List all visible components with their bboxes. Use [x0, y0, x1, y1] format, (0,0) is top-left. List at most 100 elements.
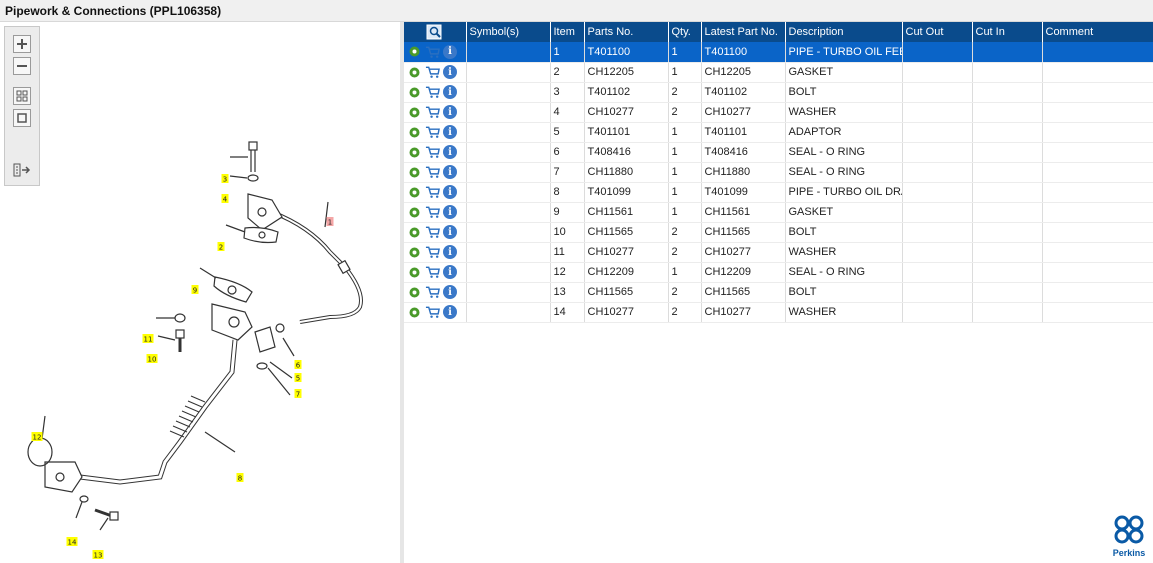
column-header-comment[interactable]: Comment: [1042, 22, 1153, 42]
table-row[interactable]: i 5 T401101 1 T401101 ADAPTOR: [404, 122, 1153, 143]
table-row[interactable]: i 10 CH11565 2 CH11565 BOLT: [404, 222, 1153, 243]
table-row[interactable]: i 6 T408416 1 T408416 SEAL - O RING: [404, 142, 1153, 163]
gear-icon[interactable]: [407, 65, 422, 80]
latest-part-number-cell: CH10277: [701, 102, 786, 123]
callout-11[interactable]: 11: [142, 334, 154, 344]
callout-9[interactable]: 9: [191, 285, 199, 295]
info-icon[interactable]: i: [443, 185, 457, 199]
gear-icon[interactable]: [407, 85, 422, 100]
table-row[interactable]: i 14 CH10277 2 CH10277 WASHER: [404, 302, 1153, 323]
search-parts-icon[interactable]: [426, 24, 444, 40]
column-header-latest-part-no[interactable]: Latest Part No.: [701, 22, 786, 42]
gear-icon[interactable]: [407, 285, 422, 300]
gear-icon[interactable]: [407, 305, 422, 320]
row-actions-cell: i: [404, 82, 467, 103]
table-row[interactable]: i 9 CH11561 1 CH11561 GASKET: [404, 202, 1153, 223]
cart-icon[interactable]: [425, 85, 440, 100]
column-header-actions[interactable]: [404, 22, 467, 42]
cart-icon[interactable]: [425, 245, 440, 260]
column-header-cut-in[interactable]: Cut In: [972, 22, 1043, 42]
gear-icon[interactable]: [407, 44, 422, 59]
cut-in-cell: [972, 102, 1043, 123]
cart-icon[interactable]: [425, 145, 440, 160]
info-icon[interactable]: i: [443, 44, 457, 59]
cart-icon[interactable]: [425, 44, 440, 59]
callout-1[interactable]: 1: [326, 217, 334, 227]
cart-icon[interactable]: [425, 285, 440, 300]
cart-icon[interactable]: [425, 65, 440, 80]
gear-icon[interactable]: [407, 165, 422, 180]
cart-icon[interactable]: [425, 105, 440, 120]
callout-13[interactable]: 13: [92, 550, 104, 560]
exploded-diagram-panel[interactable]: 1 2 3 4 5 6 7 8 9 10 11 12 13 14: [0, 22, 400, 563]
callout-label-text: 10: [148, 356, 157, 364]
callout-5[interactable]: 5: [294, 373, 302, 383]
gear-icon[interactable]: [407, 225, 422, 240]
table-row[interactable]: i 1 T401100 1 T401100 PIPE - TURBO OIL FEED: [404, 42, 1153, 63]
info-icon[interactable]: i: [443, 65, 457, 79]
table-row[interactable]: i 2 CH12205 1 CH12205 GASKET: [404, 62, 1153, 83]
table-row[interactable]: i 11 CH10277 2 CH10277 WASHER: [404, 242, 1153, 263]
comment-cell: [1042, 42, 1153, 63]
column-header-parts-no[interactable]: Parts No.: [584, 22, 669, 42]
cart-icon[interactable]: [425, 305, 440, 320]
symbols-cell: [466, 222, 551, 243]
cut-out-cell: [902, 262, 973, 283]
gear-icon[interactable]: [407, 105, 422, 120]
callout-8[interactable]: 8: [236, 473, 244, 483]
callout-14[interactable]: 14: [66, 537, 78, 547]
callout-4[interactable]: 4: [221, 194, 229, 204]
table-row[interactable]: i 3 T401102 2 T401102 BOLT: [404, 82, 1153, 103]
gear-icon[interactable]: [407, 265, 422, 280]
table-row[interactable]: i 7 CH11880 1 CH11880 SEAL - O RING: [404, 162, 1153, 183]
column-header-description[interactable]: Description: [785, 22, 903, 42]
info-icon[interactable]: i: [443, 205, 457, 219]
info-icon[interactable]: i: [443, 105, 457, 119]
description-cell: WASHER: [785, 242, 903, 263]
gear-icon[interactable]: [407, 205, 422, 220]
row-actions-cell: i: [404, 202, 467, 223]
latest-part-number-cell: T401099: [701, 182, 786, 203]
info-icon[interactable]: i: [443, 305, 457, 319]
info-icon[interactable]: i: [443, 165, 457, 179]
column-header-item[interactable]: Item: [550, 22, 585, 42]
gear-icon[interactable]: [407, 245, 422, 260]
info-icon[interactable]: i: [443, 225, 457, 239]
comment-cell: [1042, 122, 1153, 143]
cart-icon[interactable]: [425, 265, 440, 280]
column-header-cut-out[interactable]: Cut Out: [902, 22, 973, 42]
table-row[interactable]: i 8 T401099 1 T401099 PIPE - TURBO OIL DRA: [404, 182, 1153, 203]
cart-icon[interactable]: [425, 165, 440, 180]
info-icon[interactable]: i: [443, 245, 457, 259]
part-number-cell: CH11565: [584, 222, 669, 243]
info-icon[interactable]: i: [443, 145, 457, 159]
cart-icon[interactable]: [425, 125, 440, 140]
gear-icon[interactable]: [407, 125, 422, 140]
info-icon[interactable]: i: [443, 265, 457, 279]
cart-icon[interactable]: [425, 225, 440, 240]
cut-in-cell: [972, 222, 1043, 243]
callout-3[interactable]: 3: [221, 174, 229, 184]
cut-out-cell: [902, 42, 973, 63]
cart-icon[interactable]: [425, 205, 440, 220]
callout-2[interactable]: 2: [217, 242, 225, 252]
table-row[interactable]: i 4 CH10277 2 CH10277 WASHER: [404, 102, 1153, 123]
column-header-symbols[interactable]: Symbol(s): [466, 22, 551, 42]
callout-12[interactable]: 12: [31, 432, 43, 442]
table-row[interactable]: i 13 CH11565 2 CH11565 BOLT: [404, 282, 1153, 303]
latest-part-number-cell: CH12209: [701, 262, 786, 283]
info-icon[interactable]: i: [443, 125, 457, 139]
gear-icon[interactable]: [407, 145, 422, 160]
info-icon[interactable]: i: [443, 285, 457, 299]
cart-icon[interactable]: [425, 185, 440, 200]
column-header-qty[interactable]: Qty.: [668, 22, 702, 42]
callout-6[interactable]: 6: [294, 360, 302, 370]
gear-icon[interactable]: [407, 185, 422, 200]
callout-10[interactable]: 10: [146, 354, 158, 364]
part-number-cell: T401102: [584, 82, 669, 103]
table-row[interactable]: i 12 CH12209 1 CH12209 SEAL - O RING: [404, 262, 1153, 283]
info-icon[interactable]: i: [443, 85, 457, 99]
callout-7[interactable]: 7: [294, 389, 302, 399]
symbols-cell: [466, 302, 551, 323]
cut-in-cell: [972, 302, 1043, 323]
